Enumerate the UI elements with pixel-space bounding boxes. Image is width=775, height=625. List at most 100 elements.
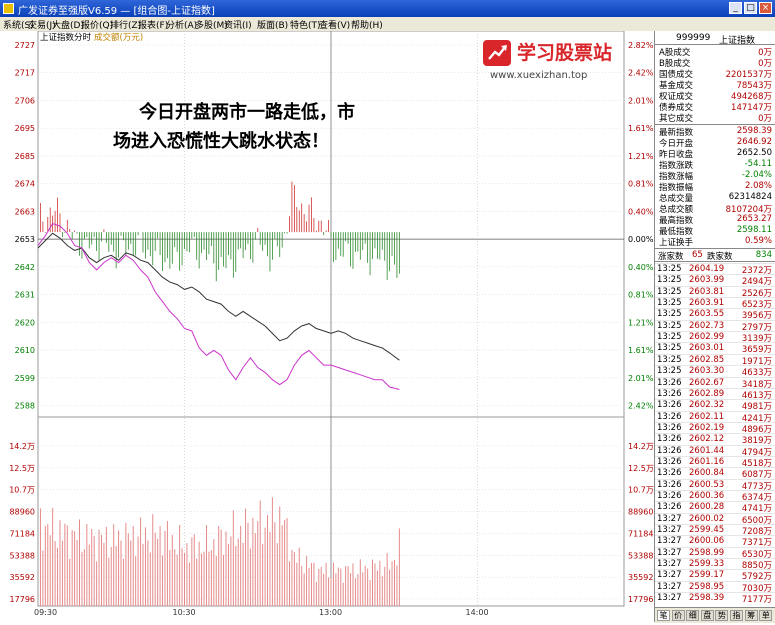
tick-price: 2603.30	[689, 366, 725, 377]
menu-item[interactable]: 分析(A)	[166, 18, 197, 31]
tick-price: 2601.16	[689, 456, 725, 467]
tick-time: 13:27	[657, 559, 682, 570]
percent-tick-label: 2.42%	[628, 69, 654, 78]
tick-row: 13:26 2602.19 4896万	[655, 421, 775, 435]
tick-time: 13:25	[657, 275, 682, 286]
window-title: 广发证券至强版V6.59 — [组合图-上证指数]	[18, 6, 215, 17]
adv-label: 涨家数	[658, 252, 684, 262]
tick-row: 13:25 2603.91 6523万	[655, 297, 775, 310]
tick-row: 13:27 2600.02 6500万	[655, 512, 775, 526]
panel-tab[interactable]: 细	[686, 610, 700, 621]
stat-label: 上证换手	[659, 238, 694, 248]
tick-row: 13:25 2603.01 3659万	[655, 342, 775, 355]
tick-time: 13:25	[657, 286, 682, 297]
stat-row: 最高指数 2653.27	[655, 214, 775, 226]
tick-volume: 7177万	[741, 595, 772, 606]
panel-tab[interactable]: 势	[715, 610, 729, 621]
volume-tick-label-right: 71184	[628, 529, 653, 538]
tick-row: 13:27 2599.17 5792万	[655, 569, 775, 582]
stat-row: 上证换手 0.59%	[655, 236, 775, 248]
price-tick-label: 2620	[15, 318, 35, 327]
volume-tick-label-right: 53388	[628, 551, 653, 560]
breadth-row: 涨家数 65 跌家数 834	[655, 248, 775, 262]
price-tick-label: 2695	[15, 124, 35, 133]
panel-tab[interactable]: 指	[730, 610, 743, 621]
volume-tick-label: 12.5万	[9, 464, 35, 473]
tick-time: 13:26	[657, 400, 682, 411]
menu-item[interactable]: 查看(V)	[319, 18, 350, 31]
minimize-button[interactable]: _	[729, 2, 742, 14]
panel-header: 999999 上证指数	[655, 31, 775, 46]
tick-row: 13:27 2600.06 7371万	[655, 535, 775, 548]
tick-time: 13:27	[657, 547, 682, 558]
price-tick-label: 2588	[15, 402, 35, 411]
tick-time: 13:26	[657, 468, 682, 479]
panel-tab[interactable]: 盘	[700, 610, 714, 621]
tick-row: 13:25 2603.99 2494万	[655, 274, 775, 287]
menu-item[interactable]: 帮助(H)	[351, 18, 383, 31]
close-button[interactable]: ×	[759, 2, 772, 14]
turnover-label: 其它成交	[659, 114, 694, 124]
tick-price: 2600.84	[689, 468, 725, 479]
panel-tab[interactable]: 单	[759, 610, 773, 621]
price-tick-label: 2674	[15, 180, 35, 189]
menu-item[interactable]: 版面(B)	[257, 18, 288, 31]
tick-time: 13:27	[657, 593, 682, 604]
stat-row: 指数涨幅 -2.04%	[655, 170, 775, 182]
volume-tick-label-right: 12.5万	[628, 464, 654, 473]
tick-row: 13:25 2603.55 3956万	[655, 308, 775, 321]
tick-price: 2599.33	[689, 559, 725, 570]
tick-time: 13:26	[657, 411, 682, 422]
menu-item[interactable]: 大盘(D)	[52, 18, 84, 31]
time-tick-label: 09:30	[34, 608, 57, 617]
stat-value: -54.11	[744, 159, 772, 169]
tick-time: 13:26	[657, 502, 682, 513]
annotation-line: 今日开盘两市一路走低，市	[139, 102, 355, 123]
percent-tick-label: 1.61%	[628, 346, 654, 355]
turnover-row: 权证成交 494268万	[655, 90, 775, 102]
tick-time: 13:27	[657, 570, 682, 581]
menu-item[interactable]: 特色(T)	[290, 18, 321, 31]
stat-row: 最新指数 2598.39	[655, 126, 775, 138]
volume-tick-label-right: 35592	[628, 573, 653, 582]
tick-row: 13:26 2600.84 6087万	[655, 467, 775, 480]
tick-price: 2600.06	[689, 536, 725, 547]
tick-row: 13:26 2600.28 4741万	[655, 501, 775, 514]
stat-value: 2646.92	[736, 137, 772, 147]
stat-value: 62314824	[728, 192, 772, 202]
price-tick-label: 2642	[15, 263, 35, 272]
tick-price: 2602.73	[689, 320, 725, 331]
tick-time: 13:26	[657, 422, 682, 433]
menu-item[interactable]: 资讯(I)	[224, 18, 252, 31]
percent-tick-label: 0.81%	[628, 291, 654, 300]
tick-row: 13:27 2598.39 7177万	[655, 592, 775, 606]
tick-time: 13:26	[657, 456, 682, 467]
tick-price: 2600.36	[689, 491, 725, 501]
tick-price: 2602.32	[689, 400, 725, 411]
menu-item[interactable]: 多股(M)	[195, 18, 228, 31]
tick-row: 13:27 2599.45 7208万	[655, 524, 775, 537]
tick-price: 2600.02	[689, 513, 725, 524]
panel-tab[interactable]: 笔	[657, 610, 670, 621]
annotation-line: 场进入恐慌性大跳水状态！	[113, 131, 329, 152]
maximize-button[interactable]: □	[744, 2, 757, 14]
turnover-value: 0万	[758, 114, 772, 124]
stat-row: 今日开盘 2646.92	[655, 137, 775, 149]
tick-time: 13:27	[657, 536, 682, 547]
tick-price: 2598.39	[689, 593, 725, 604]
panel-tabs: 笔价细盘势指筹单	[655, 607, 775, 623]
stat-value: 0.59%	[744, 236, 772, 246]
menu-item[interactable]: 报表(F)	[138, 18, 168, 31]
price-tick-label: 2599	[15, 374, 35, 383]
panel-name: 上证指数	[719, 36, 756, 46]
chart-up-icon	[483, 40, 511, 66]
app-icon	[3, 3, 14, 14]
menu-item[interactable]: 报价(Q)	[81, 18, 113, 31]
panel-tab[interactable]: 价	[671, 610, 685, 621]
tick-row: 13:25 2602.99 3139万	[655, 331, 775, 344]
turnover-row: B股成交 0万	[655, 57, 775, 69]
tick-time: 13:26	[657, 388, 682, 399]
panel-tab[interactable]: 筹	[744, 610, 758, 621]
menu-item[interactable]: 排行(Z)	[110, 18, 141, 31]
stat-value: 2652.50	[736, 148, 772, 158]
